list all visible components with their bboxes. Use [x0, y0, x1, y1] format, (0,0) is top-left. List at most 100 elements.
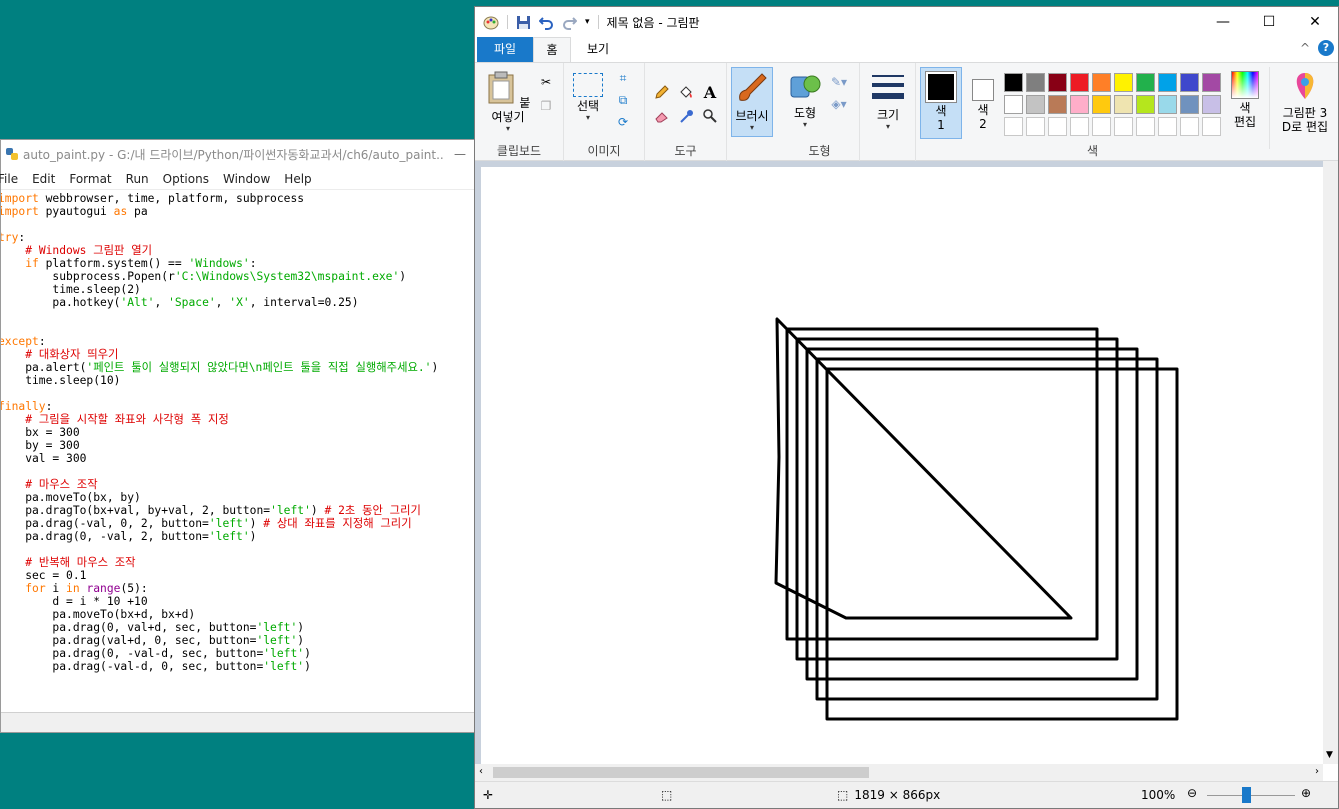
color-swatch[interactable] [1092, 73, 1111, 92]
code-token: 'Alt' [120, 296, 155, 309]
paint3d-button[interactable]: 그림판 3 D로 편집 [1274, 71, 1336, 134]
custom-color-slot[interactable] [1004, 117, 1023, 136]
brushes-dropdown-icon[interactable]: ▾ [732, 123, 772, 133]
color-swatch[interactable] [1136, 95, 1155, 114]
code-token: ) [297, 634, 305, 647]
size-dropdown-icon[interactable]: ▾ [870, 122, 906, 132]
color-swatch[interactable] [1180, 95, 1199, 114]
pencil-icon[interactable] [653, 83, 671, 101]
resize-icon[interactable]: ⧉ [614, 91, 632, 109]
custom-color-slot[interactable] [1202, 117, 1221, 136]
select-dropdown-icon[interactable]: ▾ [572, 113, 604, 123]
shapes-dropdown-icon[interactable]: ▾ [788, 120, 822, 130]
paste-dropdown-icon[interactable]: ▾ [483, 124, 533, 134]
color-swatch[interactable] [1114, 95, 1133, 114]
color-picker-icon[interactable] [677, 107, 695, 125]
color-swatch[interactable] [1026, 73, 1045, 92]
menu-window[interactable]: Window [216, 172, 277, 186]
maximize-icon[interactable]: ☐ [1246, 7, 1292, 37]
custom-color-slot[interactable] [1180, 117, 1199, 136]
select-button[interactable]: 선택 ▾ [572, 73, 604, 123]
color2-button[interactable]: 색 2 [966, 67, 1000, 139]
color-swatch[interactable] [1202, 73, 1221, 92]
color-swatch[interactable] [1070, 73, 1089, 92]
rotate-icon[interactable]: ⟳ [614, 113, 632, 131]
menu-format[interactable]: Format [62, 172, 118, 186]
vertical-scrollbar[interactable]: ▼ [1323, 161, 1338, 764]
text-icon[interactable]: A [701, 83, 719, 102]
fill-shape-icon[interactable]: ◈▾ [830, 95, 848, 113]
color-swatch[interactable] [1004, 73, 1023, 92]
paste-icon [488, 71, 514, 104]
custom-color-slot[interactable] [1048, 117, 1067, 136]
custom-color-slot[interactable] [1026, 117, 1045, 136]
shapes-button[interactable]: 도형 ▾ [788, 73, 822, 130]
eraser-icon[interactable] [653, 107, 671, 125]
color-swatch[interactable] [1202, 95, 1221, 114]
cut-icon[interactable]: ✂ [537, 73, 555, 91]
custom-color-slot[interactable] [1070, 117, 1089, 136]
menu-help[interactable]: Help [277, 172, 318, 186]
save-icon[interactable] [516, 15, 531, 30]
zoom-in-icon[interactable]: ⊕ [1301, 786, 1311, 800]
code-token: # 2초 동안 그리기 [324, 504, 421, 517]
minimize-button[interactable]: — [445, 147, 475, 161]
zoom-slider-track[interactable] [1207, 795, 1295, 796]
close-icon[interactable]: ✕ [1292, 7, 1338, 37]
paint-app-icon[interactable] [483, 14, 499, 30]
help-icon[interactable]: ? [1318, 40, 1334, 56]
minimize-icon[interactable]: — [1200, 7, 1246, 37]
custom-color-slot[interactable] [1136, 117, 1155, 136]
crop-icon[interactable]: ⌗ [614, 69, 632, 87]
outline-icon[interactable]: ✎▾ [830, 73, 848, 91]
tab-view[interactable]: 보기 [577, 37, 619, 62]
color-swatch[interactable] [1026, 95, 1045, 114]
paste-button[interactable]: 붙여넣기 ▾ [483, 71, 533, 134]
edit-colors-button[interactable]: 색 편집 [1228, 71, 1262, 129]
color-swatch[interactable] [1004, 95, 1023, 114]
scroll-left-icon[interactable]: ‹ [479, 766, 483, 777]
customize-qa-dropdown-icon[interactable]: ▾ [585, 17, 590, 27]
color-swatch[interactable] [1092, 95, 1111, 114]
fill-icon[interactable] [677, 83, 695, 101]
code-line: # Windows 그림판 열기 [1, 244, 475, 257]
horizontal-scrollbar[interactable]: ‹ › [475, 764, 1323, 781]
horizontal-scroll-thumb[interactable] [493, 767, 869, 778]
menu-run[interactable]: Run [119, 172, 156, 186]
collapse-ribbon-icon[interactable]: ^ [1300, 41, 1310, 55]
color-swatch[interactable] [1136, 73, 1155, 92]
custom-color-slot[interactable] [1158, 117, 1177, 136]
code-token: pa.hotkey( [1, 296, 121, 309]
menu-edit[interactable]: Edit [25, 172, 62, 186]
magnifier-icon[interactable] [701, 107, 719, 125]
undo-icon[interactable] [539, 15, 554, 30]
tab-file[interactable]: 파일 [477, 37, 533, 62]
color-swatch[interactable] [1048, 73, 1067, 92]
color-swatch[interactable] [1158, 95, 1177, 114]
zoom-slider-thumb[interactable] [1242, 787, 1251, 803]
idle-title-bar[interactable]: auto_paint.py - G:/내 드라이브/Python/파이썬자동화교… [1, 140, 475, 168]
scroll-down-icon[interactable]: ▼ [1326, 750, 1333, 760]
brushes-button[interactable]: 브러시 ▾ [731, 67, 773, 137]
scroll-right-icon[interactable]: › [1315, 766, 1319, 777]
color-swatch[interactable] [1158, 73, 1177, 92]
code-editor[interactable]: import webbrowser, time, platform, subpr… [1, 192, 475, 712]
menu-options[interactable]: Options [156, 172, 216, 186]
tab-home[interactable]: 홈 [533, 37, 571, 62]
copy-icon[interactable]: ❐ [537, 97, 555, 115]
custom-color-slot[interactable] [1092, 117, 1111, 136]
custom-color-slot[interactable] [1114, 117, 1133, 136]
menu-file[interactable]: File [0, 172, 25, 186]
redo-icon[interactable] [562, 15, 577, 30]
color-swatch[interactable] [1114, 73, 1133, 92]
code-line: pa.moveTo(bx, by) [1, 491, 475, 504]
color-swatch[interactable] [1070, 95, 1089, 114]
size-button[interactable]: 크기 ▾ [870, 71, 906, 132]
paint-title-bar[interactable]: ▾ 제목 없음 - 그림판 — ☐ ✕ [475, 7, 1338, 37]
zoom-out-icon[interactable]: ⊖ [1187, 786, 1197, 800]
color-swatch[interactable] [1180, 73, 1199, 92]
drawing-canvas[interactable] [481, 167, 1323, 764]
color1-button[interactable]: 색 1 [920, 67, 962, 139]
color-swatch[interactable] [1048, 95, 1067, 114]
